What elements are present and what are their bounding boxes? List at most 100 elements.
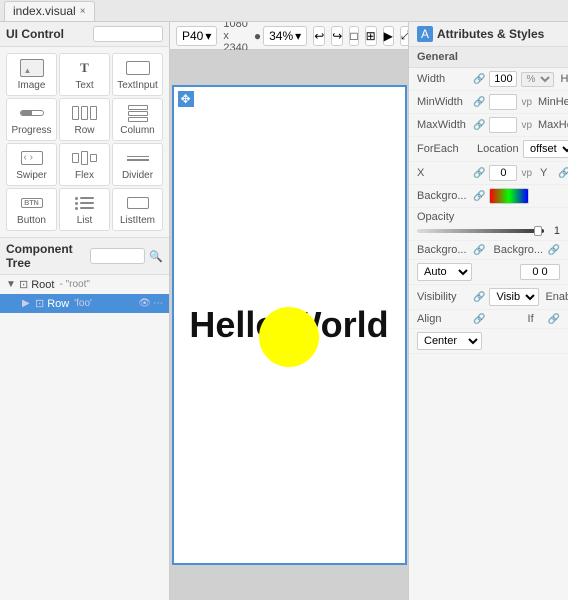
visibility-enabled-row: Visibility 🔗 VisibleHidden Enabled 🔗 tru… <box>409 285 568 310</box>
maxwidth-input[interactable] <box>489 117 517 133</box>
backgro3-link-icon[interactable]: 🔗 <box>548 245 560 256</box>
x-link-icon[interactable]: 🔗 <box>473 168 485 179</box>
zoom-chevron-icon: ▾ <box>295 29 301 43</box>
progress-icon <box>18 103 46 123</box>
tree-search-icon: 🔍 <box>149 250 163 263</box>
ui-item-column[interactable]: Column <box>112 98 163 141</box>
component-tree-search[interactable] <box>90 248 145 264</box>
attributes-title: Attributes & Styles <box>437 27 544 41</box>
x-input[interactable] <box>489 165 517 181</box>
swiper-icon <box>18 148 46 168</box>
width-label: Width <box>417 73 469 85</box>
ui-item-row-label: Row <box>74 125 94 136</box>
wifi-icon: ● <box>254 29 261 43</box>
ui-item-image-label: Image <box>18 80 46 91</box>
canvas-size: 1080 x 2340 <box>223 22 247 54</box>
list-icon <box>71 193 99 213</box>
ui-item-image[interactable]: Image <box>6 53 57 96</box>
minwidth-link-icon[interactable]: 🔗 <box>473 97 485 108</box>
width-height-row: Width 🔗 %vppx Height 🔗 %vppx <box>409 68 568 91</box>
ui-item-list[interactable]: List <box>59 188 110 231</box>
ui-item-row[interactable]: Row <box>59 98 110 141</box>
visibility-label: Visibility <box>417 291 469 303</box>
align-select[interactable]: CenterStartEnd <box>417 332 482 350</box>
tab-index-visual[interactable]: index.visual × <box>4 1 95 21</box>
component-tree-title: Component Tree <box>6 242 86 270</box>
if-link-icon[interactable]: 🔗 <box>548 314 560 325</box>
background-color-row: Backgro... 🔗 <box>409 185 568 208</box>
grid-button[interactable]: ⊞ <box>365 26 377 46</box>
tree-row-tag: 'foo' <box>74 298 92 309</box>
minwidth-input[interactable] <box>489 94 517 110</box>
ui-item-flex-label: Flex <box>75 170 94 181</box>
tree-action-eye[interactable]: 👁 <box>138 298 151 309</box>
location-select[interactable]: offsetfixed <box>523 140 568 158</box>
ui-item-textinput-label: TextInput <box>117 80 158 91</box>
opacity-slider[interactable] <box>417 229 544 233</box>
fullscreen-icon: ⤢ <box>401 28 408 43</box>
undo-button[interactable]: ↩ <box>313 26 325 46</box>
foreach-location-row: ForEach Location offsetfixed <box>409 137 568 162</box>
undo-icon: ↩ <box>314 29 324 43</box>
opacity-label: Opacity <box>417 211 560 223</box>
ui-item-listitem-label: ListItem <box>120 215 155 226</box>
frame-icon: □ <box>350 29 357 43</box>
tab-close-button[interactable]: × <box>80 6 86 17</box>
canvas-area: P40 ▾ 1080 x 2340 ● 34% ▾ ↩ ↪ □ ⊞ <box>170 22 408 600</box>
tree-item-row[interactable]: ▶ ⊡ Row 'foo' 👁 ⋯ <box>0 294 169 313</box>
color-gradient-swatch[interactable] <box>489 188 529 204</box>
zoom-selector[interactable]: 34% ▾ <box>263 26 307 46</box>
ui-item-divider[interactable]: Divider <box>112 143 163 186</box>
ui-item-flex[interactable]: Flex <box>59 143 110 186</box>
ui-item-progress-label: Progress <box>11 125 51 136</box>
visibility-link-icon[interactable]: 🔗 <box>473 292 485 303</box>
device-selector[interactable]: P40 ▾ <box>176 26 217 46</box>
ui-control-search[interactable] <box>93 26 163 42</box>
tree-action-more[interactable]: ⋯ <box>153 298 163 309</box>
right-panel-header: A Attributes & Styles <box>409 22 568 47</box>
tree-item-root[interactable]: ▼ ⊡ Root - "root" <box>0 275 169 294</box>
image-shape <box>20 59 44 77</box>
width-link-icon[interactable]: 🔗 <box>473 74 485 85</box>
ui-item-text[interactable]: T Text <box>59 53 110 96</box>
auto-row: Auto <box>409 260 568 285</box>
root-expand-icon[interactable]: ▼ <box>6 279 16 290</box>
ui-item-progress[interactable]: Progress <box>6 98 57 141</box>
tree-root-label: Root <box>31 279 54 291</box>
align-link-icon[interactable]: 🔗 <box>473 314 485 325</box>
ui-item-button[interactable]: BTN Button <box>6 188 57 231</box>
ui-item-swiper[interactable]: Swiper <box>6 143 57 186</box>
fullscreen-button[interactable]: ⤢ <box>400 26 408 46</box>
frame-button[interactable]: □ <box>349 26 358 46</box>
opacity-value: 1 <box>548 225 560 237</box>
visibility-select[interactable]: VisibleHidden <box>489 288 539 306</box>
canvas-viewport[interactable]: ✥ Hello World <box>170 50 408 600</box>
tree-row-label: Row <box>47 298 69 310</box>
yellow-circle <box>259 307 319 367</box>
ui-item-textinput[interactable]: TextInput <box>112 53 163 96</box>
ui-control-header: UI Control <box>0 22 169 47</box>
location-label: Location <box>477 143 519 155</box>
y-link-icon[interactable]: 🔗 <box>558 168 568 179</box>
backgro2-row: Backgro... 🔗 Backgro... 🔗 <box>409 241 568 260</box>
row-expand-icon[interactable]: ▶ <box>22 298 32 309</box>
ui-item-list-label: List <box>77 215 93 226</box>
maxwidth-link-icon[interactable]: 🔗 <box>473 120 485 131</box>
tree-root-tag: - "root" <box>59 279 89 290</box>
backgro4-input[interactable] <box>520 264 560 280</box>
auto-select[interactable]: Auto <box>417 263 472 281</box>
preview-button[interactable]: ▶ <box>383 26 394 46</box>
width-unit-select[interactable]: %vppx <box>521 72 554 87</box>
backgro-link-icon[interactable]: 🔗 <box>473 191 485 202</box>
align-if-row: Align 🔗 If 🔗 <box>409 310 568 329</box>
component-tree-area: ▼ ⊡ Root - "root" ▶ ⊡ Row 'foo' 👁 ⋯ <box>0 275 169 600</box>
divider-icon <box>124 148 152 168</box>
ui-item-button-label: Button <box>17 215 46 226</box>
width-input[interactable] <box>489 71 517 87</box>
redo-button[interactable]: ↪ <box>331 26 343 46</box>
ui-item-listitem[interactable]: ListItem <box>112 188 163 231</box>
if-label: If <box>528 313 544 325</box>
left-panel: UI Control Image T Text <box>0 22 170 600</box>
backgro2-link-icon[interactable]: 🔗 <box>473 245 485 256</box>
xy-row: X 🔗 vp Y 🔗 vp <box>409 162 568 185</box>
